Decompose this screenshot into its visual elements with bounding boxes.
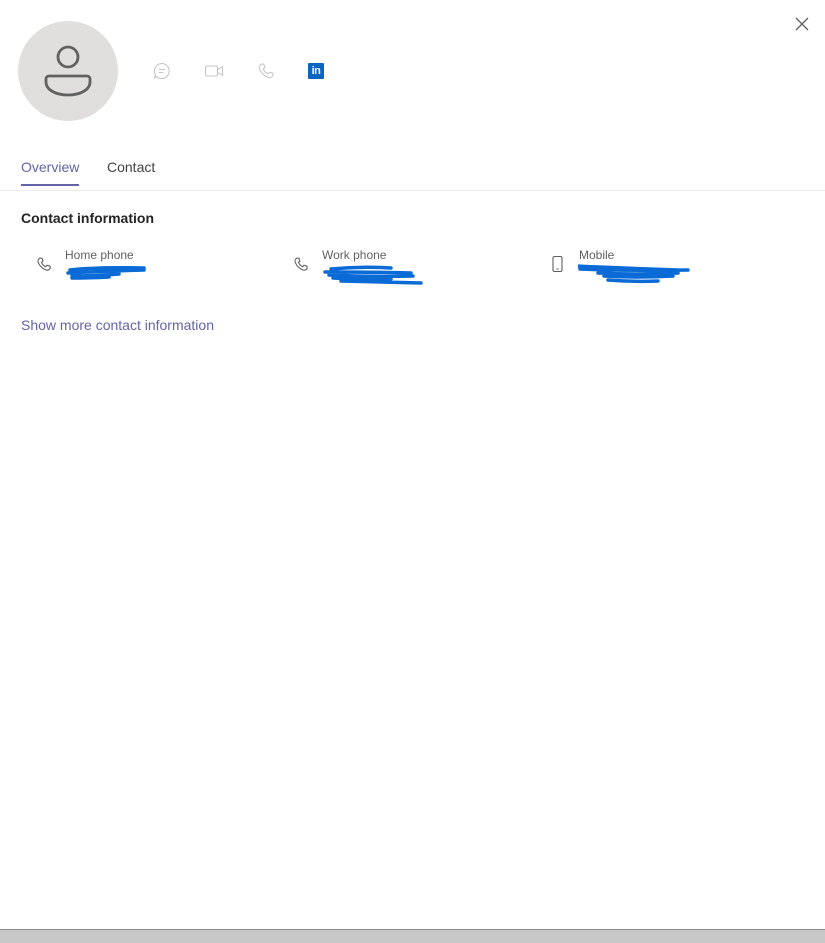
- window-bottom-bar: [0, 929, 825, 943]
- audio-call-icon[interactable]: [257, 62, 275, 80]
- tab-contact[interactable]: Contact: [107, 159, 155, 186]
- contact-item-mobile: Mobile: [550, 247, 770, 291]
- contact-item-work-phone: Work phone: [293, 247, 513, 291]
- linkedin-button[interactable]: in: [305, 60, 327, 82]
- phone-icon: [37, 257, 51, 271]
- avatar: [18, 21, 118, 121]
- contact-card: in Overview Contact Contact information …: [0, 0, 825, 943]
- mobile-phone-icon: [552, 255, 563, 273]
- home-phone-label: Home phone: [65, 248, 134, 262]
- video-call-icon[interactable]: [204, 63, 224, 79]
- tab-contact-label: Contact: [107, 159, 156, 175]
- tab-overview[interactable]: Overview: [21, 159, 80, 186]
- person-icon: [44, 45, 92, 97]
- show-more-contact-link[interactable]: Show more contact information: [21, 317, 214, 333]
- mobile-label: Mobile: [579, 248, 615, 262]
- redacted-home-phone[interactable]: [64, 264, 204, 290]
- active-tab-indicator: [21, 184, 80, 186]
- tab-overview-label: Overview: [21, 159, 80, 175]
- phone-icon: [294, 257, 308, 271]
- tab-bar: Overview Contact: [0, 150, 825, 191]
- redacted-work-phone[interactable]: [321, 264, 461, 290]
- section-heading: Contact information: [21, 210, 154, 226]
- close-icon[interactable]: [794, 16, 810, 32]
- work-phone-label: Work phone: [322, 248, 387, 262]
- chat-icon[interactable]: [153, 62, 171, 80]
- contact-item-home-phone: Home phone: [36, 247, 256, 291]
- video-call-button[interactable]: [203, 60, 225, 82]
- chat-button[interactable]: [151, 60, 173, 82]
- linkedin-icon[interactable]: in: [308, 63, 324, 79]
- redacted-mobile[interactable]: [578, 264, 718, 290]
- close-button[interactable]: [794, 16, 810, 32]
- audio-call-button[interactable]: [255, 60, 277, 82]
